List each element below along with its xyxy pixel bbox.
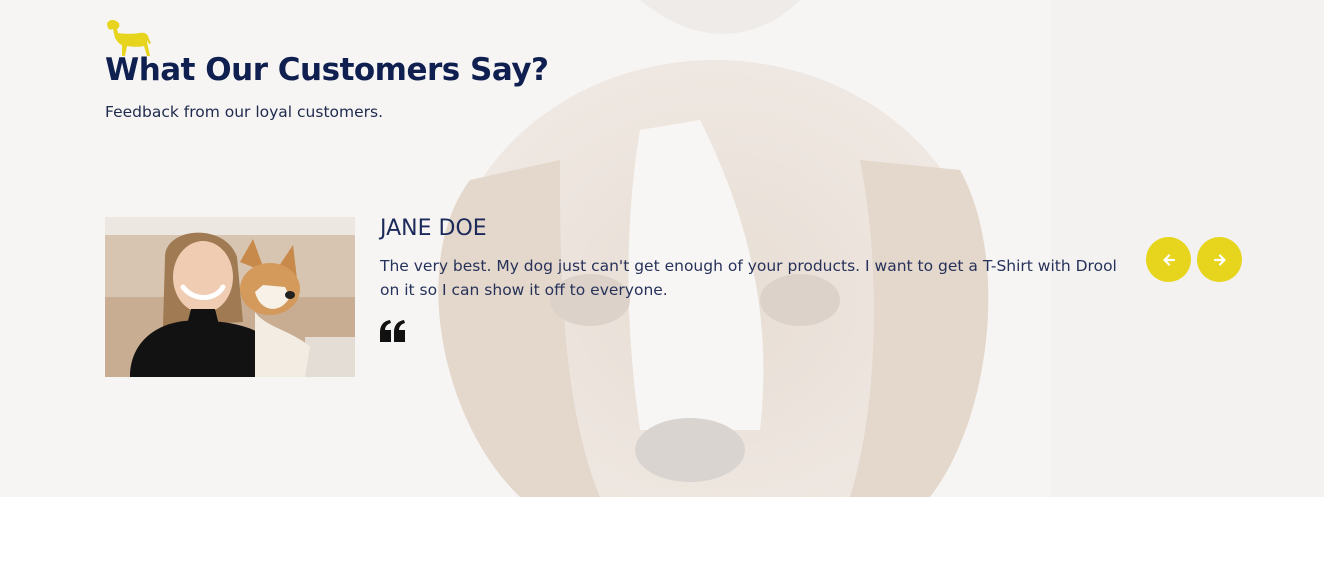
arrow-right-icon — [1213, 253, 1226, 266]
next-testimonial-button[interactable] — [1197, 237, 1242, 282]
customer-photo — [105, 217, 355, 377]
previous-testimonial-button[interactable] — [1146, 237, 1191, 282]
customer-name: JANE DOE — [380, 216, 487, 241]
testimonials-section: What Our Customers Say? Feedback from ou… — [0, 0, 1324, 497]
section-title: What Our Customers Say? — [105, 52, 549, 88]
section-subtitle: Feedback from our loyal customers. — [105, 103, 384, 121]
quote-icon — [380, 320, 405, 342]
testimonial-text: The very best. My dog just can't get eno… — [380, 257, 1117, 299]
arrow-left-icon — [1162, 253, 1175, 266]
